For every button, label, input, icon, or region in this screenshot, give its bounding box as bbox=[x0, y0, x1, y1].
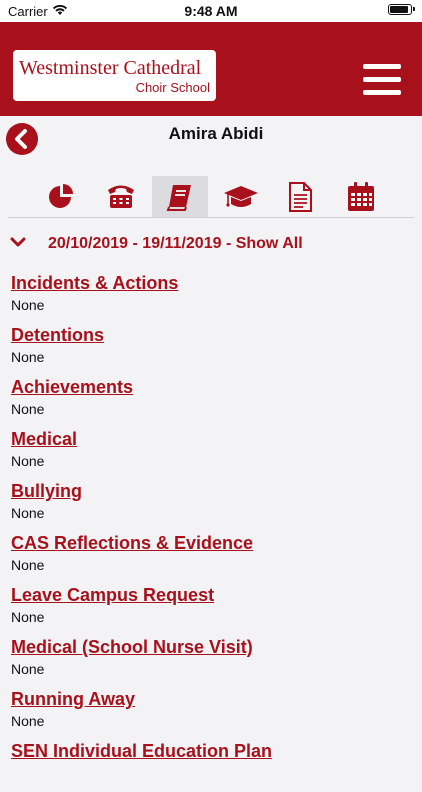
battery-icon bbox=[388, 4, 415, 15]
date-range-label: 20/10/2019 - 19/11/2019 - Show All bbox=[48, 235, 303, 252]
section-link[interactable]: Leave Campus Request bbox=[11, 584, 411, 608]
section-value: None bbox=[11, 713, 45, 729]
graduation-cap-icon bbox=[224, 186, 258, 207]
section-achievements: Achievements None bbox=[11, 376, 411, 428]
section-value: None bbox=[11, 349, 45, 365]
section-value: None bbox=[11, 401, 45, 417]
telephone-icon bbox=[108, 185, 134, 208]
section-sen-iep: SEN Individual Education Plan bbox=[11, 740, 411, 792]
clock: 9:48 AM bbox=[184, 3, 238, 19]
section-value: None bbox=[11, 505, 45, 521]
section-value: None bbox=[11, 453, 45, 469]
tab-contacts[interactable] bbox=[93, 176, 149, 217]
logo-line-2: Choir School bbox=[135, 80, 210, 95]
section-running-away: Running Away None bbox=[11, 688, 411, 740]
logo-line-1: Westminster Cathedral bbox=[19, 57, 202, 79]
section-link[interactable]: Running Away bbox=[11, 688, 411, 712]
section-medical: Medical None bbox=[11, 428, 411, 480]
section-leave-campus: Leave Campus Request None bbox=[11, 584, 411, 636]
school-logo[interactable]: Westminster Cathedral Choir School bbox=[13, 50, 216, 101]
tab-academic[interactable] bbox=[211, 176, 267, 217]
tab-bar bbox=[0, 176, 422, 218]
section-cas-reflections: CAS Reflections & Evidence None bbox=[11, 532, 411, 584]
section-school-nurse: Medical (School Nurse Visit) None bbox=[11, 636, 411, 688]
section-incidents-actions: Incidents & Actions None bbox=[11, 272, 411, 324]
battery-level bbox=[390, 6, 409, 13]
hamburger-menu-icon[interactable] bbox=[363, 64, 401, 96]
chevron-down-icon bbox=[10, 237, 26, 247]
section-link[interactable]: CAS Reflections & Evidence bbox=[11, 532, 411, 556]
section-value: None bbox=[11, 609, 45, 625]
section-value: None bbox=[11, 557, 45, 573]
section-link[interactable]: Achievements bbox=[11, 376, 411, 400]
section-bullying: Bullying None bbox=[11, 480, 411, 532]
tab-bar-divider bbox=[8, 217, 414, 218]
app-header: Westminster Cathedral Choir School bbox=[0, 22, 422, 116]
section-detentions: Detentions None bbox=[11, 324, 411, 376]
tab-calendar[interactable] bbox=[333, 176, 389, 217]
section-link[interactable]: Bullying bbox=[11, 480, 411, 504]
document-icon bbox=[289, 182, 312, 212]
section-link[interactable]: Incidents & Actions bbox=[11, 272, 411, 296]
pie-chart-icon bbox=[49, 184, 73, 208]
section-link[interactable]: Medical (School Nurse Visit) bbox=[11, 636, 411, 660]
section-link[interactable]: Medical bbox=[11, 428, 411, 452]
tab-records[interactable] bbox=[152, 176, 208, 217]
book-icon bbox=[166, 185, 191, 211]
tab-documents[interactable] bbox=[272, 176, 328, 217]
page-title: Amira Abidi bbox=[168, 124, 264, 143]
section-value: None bbox=[11, 661, 45, 677]
section-link[interactable]: Detentions bbox=[11, 324, 411, 348]
calendar-icon bbox=[348, 182, 374, 211]
record-sections: Incidents & Actions None Detentions None… bbox=[11, 272, 411, 792]
status-bar: Carrier 9:48 AM bbox=[0, 0, 422, 22]
section-value: None bbox=[11, 297, 45, 313]
section-link[interactable]: SEN Individual Education Plan bbox=[11, 740, 411, 764]
tab-overview[interactable] bbox=[34, 176, 90, 217]
